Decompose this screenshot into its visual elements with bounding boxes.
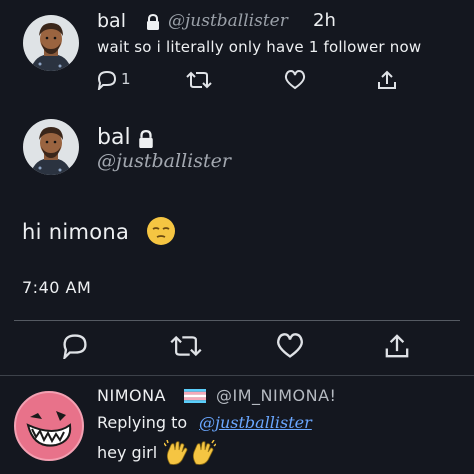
heart-icon[interactable]: [275, 333, 305, 359]
waving-hands-emoji: [164, 440, 190, 466]
nimona-avatar[interactable]: [14, 391, 84, 461]
divider: [0, 375, 474, 376]
share-icon[interactable]: [376, 70, 398, 90]
tweet-timestamp[interactable]: 7:40 AM: [22, 278, 91, 297]
divider: [14, 320, 460, 321]
bal-avatar[interactable]: [22, 14, 80, 72]
replying-to-label: Replying to: [97, 413, 188, 432]
share-icon[interactable]: [383, 333, 411, 359]
author-name[interactable]: bal: [97, 10, 126, 32]
author-name[interactable]: bal: [97, 125, 131, 150]
tweet-text: hey girl: [97, 443, 158, 462]
author-handle[interactable]: @IM_NIMONA!: [216, 386, 336, 405]
reply-count: 1: [121, 70, 131, 88]
relieved-face-emoji: [146, 216, 176, 246]
author-name[interactable]: NIMONA: [97, 386, 166, 405]
heart-icon[interactable]: [284, 70, 306, 90]
retweet-icon[interactable]: [170, 333, 202, 359]
replying-to-link[interactable]: @justballister: [199, 413, 312, 432]
author-handle[interactable]: @justballister: [168, 11, 288, 31]
bal-avatar-main[interactable]: [22, 118, 80, 176]
tweet-text: wait so i literally only have 1 follower…: [97, 38, 422, 56]
tweet-timestamp[interactable]: 2h: [313, 10, 336, 31]
retweet-icon[interactable]: [186, 70, 212, 90]
reply-icon[interactable]: [96, 70, 118, 90]
reply-icon[interactable]: [60, 333, 90, 359]
trans-flag-icon: [184, 389, 206, 403]
waving-hands-emoji: [190, 440, 216, 466]
tweet-text: hi nimona: [22, 220, 130, 244]
lock-icon: [145, 14, 161, 30]
lock-icon: [137, 130, 155, 148]
author-handle[interactable]: @justballister: [97, 150, 231, 172]
